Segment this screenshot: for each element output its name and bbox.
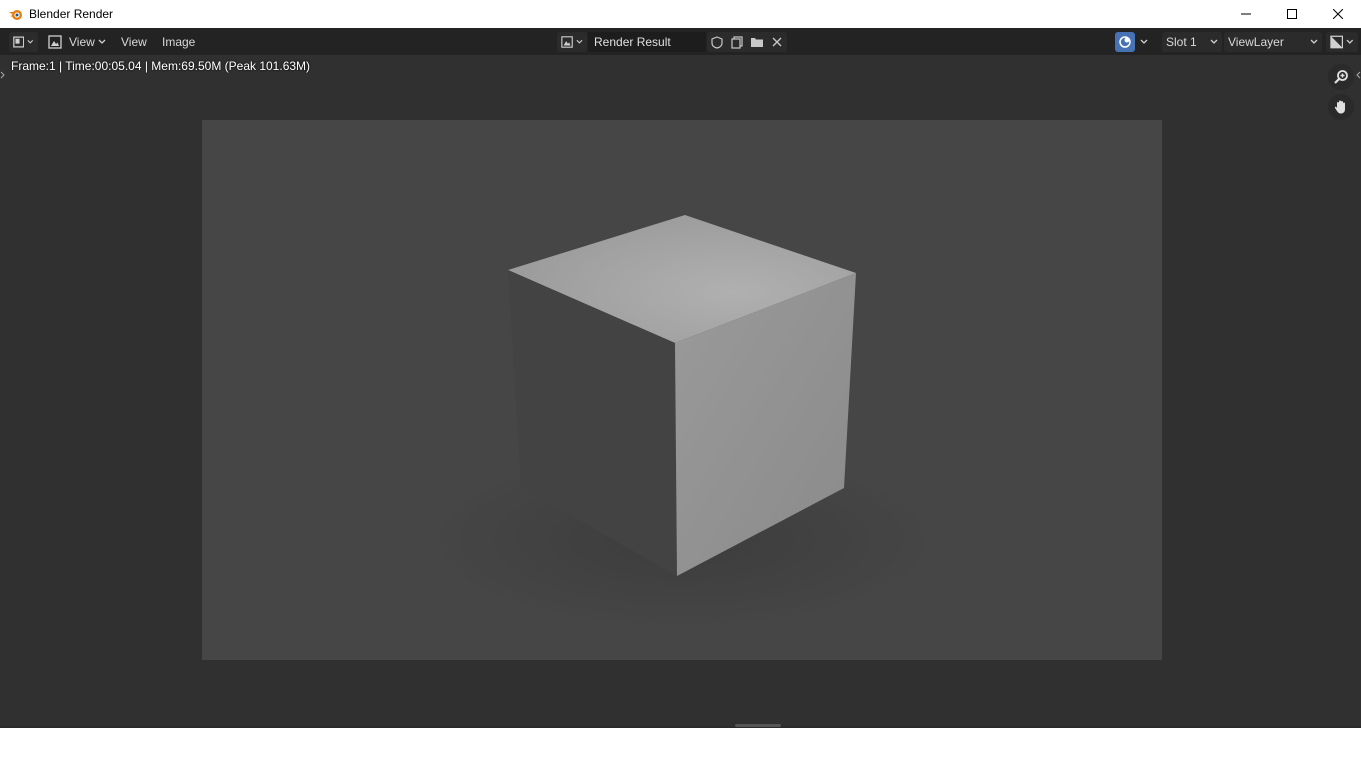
new-image-button[interactable]	[727, 32, 747, 52]
image-browse-icon	[561, 36, 573, 48]
chevron-down-icon	[1310, 39, 1318, 44]
slot-dropdown[interactable]: Slot 1	[1162, 32, 1222, 52]
image-editor-icon	[13, 36, 25, 48]
minimize-button[interactable]	[1223, 0, 1269, 28]
rendered-cube	[422, 215, 942, 630]
close-button[interactable]	[1315, 0, 1361, 28]
editor-type-dropdown[interactable]	[9, 32, 38, 52]
close-icon	[1333, 9, 1343, 19]
slot-label: Slot 1	[1166, 35, 1197, 49]
editor-header: View View Image Render Result Slot 1 Vie…	[0, 28, 1361, 55]
window-titlebar: Blender Render	[0, 0, 1361, 28]
pan-button[interactable]	[1328, 94, 1354, 120]
gizmo-icon	[1119, 36, 1131, 48]
image-tools	[707, 32, 787, 52]
view-mode-icon	[48, 35, 62, 49]
open-image-button[interactable]	[747, 32, 767, 52]
display-channels-icon	[1330, 35, 1344, 49]
window-title: Blender Render	[29, 7, 114, 21]
fake-user-shield-icon	[711, 35, 723, 49]
view-mode-dropdown[interactable]: View	[44, 32, 110, 52]
menu-image[interactable]: Image	[158, 32, 199, 52]
sidebar-expand-arrow-icon[interactable]	[1356, 71, 1361, 79]
new-image-icon	[730, 35, 743, 49]
maximize-icon	[1287, 9, 1297, 19]
chevron-down-icon	[27, 39, 34, 44]
area-resize-handle[interactable]	[735, 724, 781, 727]
view-mode-label: View	[69, 35, 95, 49]
maximize-button[interactable]	[1269, 0, 1315, 28]
chevron-down-icon	[576, 39, 583, 44]
image-name-field[interactable]: Render Result	[588, 32, 706, 52]
zoom-button[interactable]	[1328, 64, 1354, 90]
view-layer-dropdown[interactable]: ViewLayer	[1224, 32, 1322, 52]
gizmo-options-dropdown[interactable]	[1136, 32, 1152, 52]
open-folder-icon	[751, 38, 763, 47]
area-bottom-border	[0, 726, 1361, 728]
gizmo-toggle-button[interactable]	[1115, 32, 1135, 52]
chevron-down-icon	[1346, 39, 1354, 44]
chevron-down-icon	[98, 39, 106, 44]
render-stats: Frame:1 | Time:00:05.04 | Mem:69.50M (Pe…	[11, 59, 311, 73]
chevron-down-icon	[1140, 39, 1148, 44]
chevron-down-icon	[1210, 39, 1218, 44]
zoom-in-icon	[1334, 70, 1348, 84]
menu-view[interactable]: View	[117, 32, 151, 52]
unlink-image-button[interactable]	[767, 32, 787, 52]
view-layer-label: ViewLayer	[1228, 35, 1284, 49]
display-channels-dropdown[interactable]	[1326, 32, 1358, 52]
fake-user-button[interactable]	[707, 32, 727, 52]
image-browse-dropdown[interactable]	[557, 32, 587, 52]
unlink-close-icon	[772, 37, 782, 47]
toolbar-expand-arrow-icon[interactable]	[0, 71, 5, 79]
image-editor: View View Image Render Result Slot 1 Vie…	[0, 28, 1361, 726]
blender-logo-icon	[9, 10, 22, 20]
minimize-icon	[1241, 13, 1251, 15]
hand-pan-icon	[1334, 100, 1345, 114]
render-result-image[interactable]	[202, 120, 1162, 660]
